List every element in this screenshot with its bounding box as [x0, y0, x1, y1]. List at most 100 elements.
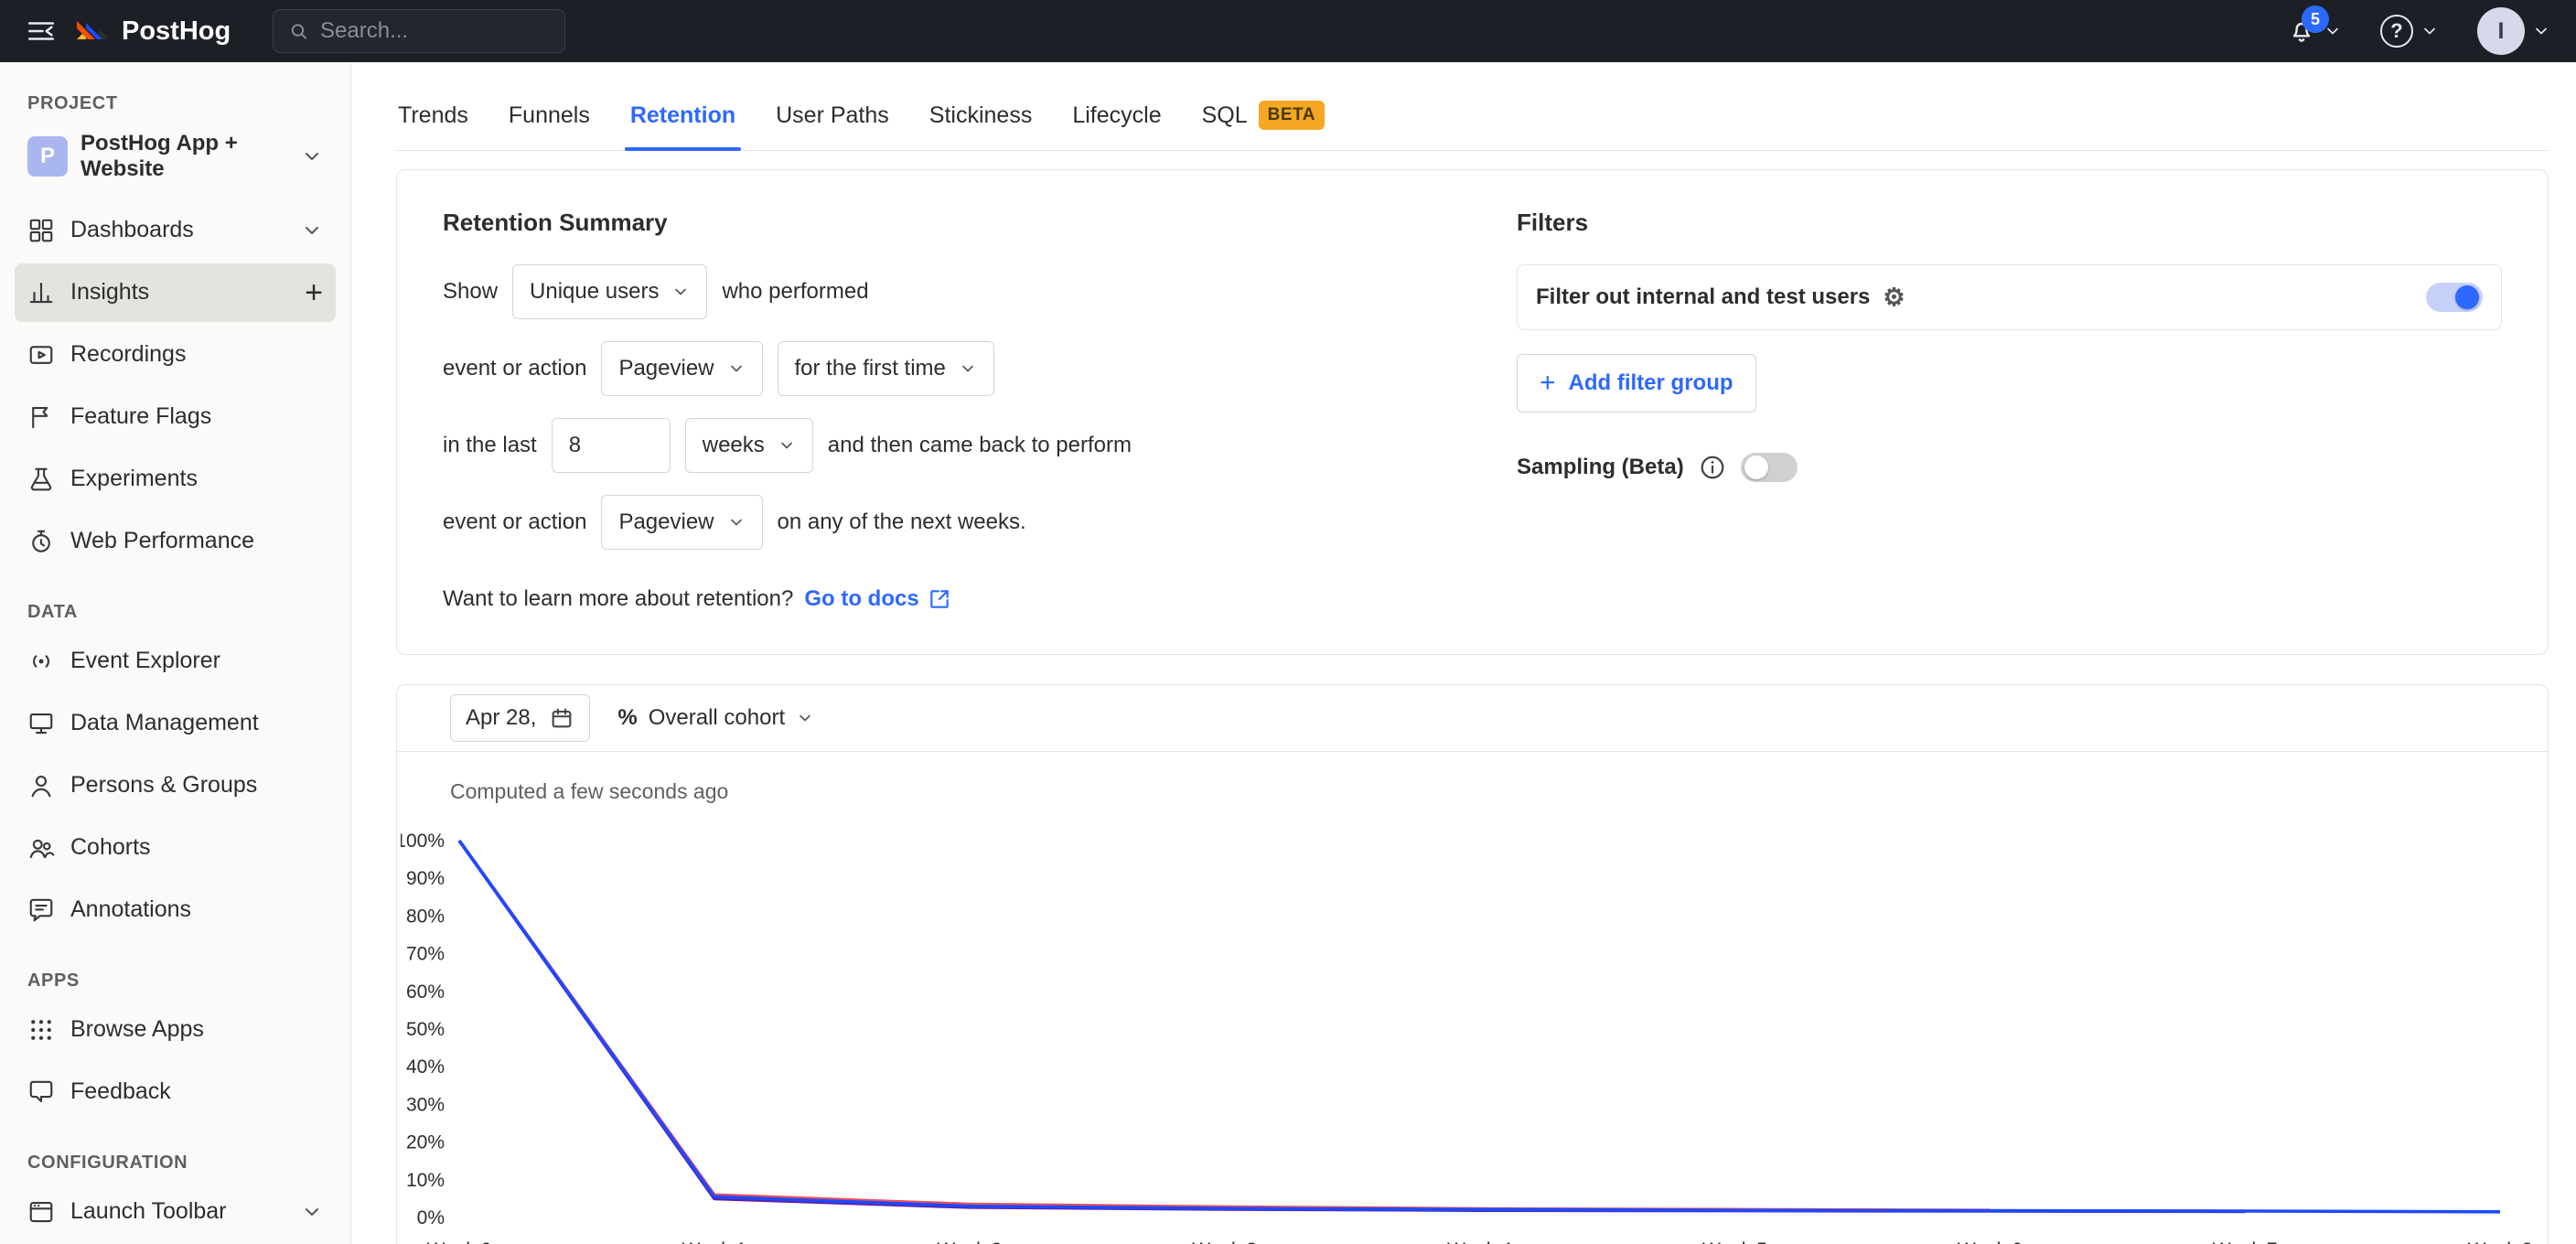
- percent-icon: %: [617, 705, 637, 731]
- apps-section-label: APPS: [15, 971, 336, 992]
- tab-retention[interactable]: Retention: [610, 90, 756, 149]
- sidebar-item-web-performance[interactable]: Web Performance: [15, 512, 336, 571]
- add-filter-group-button[interactable]: + Add filter group: [1517, 354, 1756, 413]
- bell-icon: 5: [2287, 16, 2316, 46]
- docs-row: Want to learn more about retention? Go t…: [443, 586, 1458, 612]
- sidebar-item-launch-toolbar[interactable]: Launch Toolbar: [15, 1183, 336, 1241]
- sidebar-item-experiments[interactable]: Experiments: [15, 450, 336, 509]
- who-performed-label: who performed: [722, 279, 868, 305]
- docs-prompt: Want to learn more about retention?: [443, 586, 793, 612]
- info-icon: [1699, 454, 1726, 481]
- chevron-down-icon: [959, 359, 977, 378]
- returning-event-select[interactable]: Pageview: [601, 495, 762, 550]
- tab-lifecycle[interactable]: Lifecycle: [1052, 90, 1181, 149]
- retention-type-select[interactable]: Unique users: [512, 264, 707, 319]
- user-avatar: I: [2477, 7, 2525, 55]
- project-name: PostHog App + Website: [80, 131, 288, 183]
- internal-users-toggle[interactable]: [2426, 283, 2483, 312]
- came-back-label: and then came back to perform: [828, 433, 1132, 458]
- sidebar-item-insights[interactable]: Insights +: [15, 263, 336, 322]
- notifications-button[interactable]: 5: [2287, 16, 2342, 46]
- chevron-down-icon: [796, 709, 814, 727]
- tab-funnels[interactable]: Funnels: [488, 90, 610, 149]
- sidebar-item-label: Feedback: [70, 1078, 323, 1105]
- cohort-display-button[interactable]: % Overall cohort: [617, 705, 814, 731]
- tab-stickiness[interactable]: Stickiness: [909, 90, 1053, 149]
- summary-row-3: in the last weeks and then came back to …: [443, 418, 1458, 473]
- notification-badge: 5: [2302, 5, 2329, 33]
- sidebar-item-event-explorer[interactable]: Event Explorer: [15, 632, 336, 691]
- next-weeks-label: on any of the next weeks.: [778, 509, 1026, 535]
- svg-text:100%: 100%: [401, 831, 445, 852]
- computed-status: Computed a few seconds ago: [397, 752, 2548, 804]
- help-button[interactable]: ?: [2380, 15, 2439, 48]
- new-insight-button[interactable]: +: [305, 277, 323, 308]
- topbar: PostHog 5 ? I: [0, 0, 2576, 62]
- svg-text:Week 5: Week 5: [1702, 1239, 1767, 1244]
- data-section-label: DATA: [15, 602, 336, 623]
- project-switcher[interactable]: P PostHog App + Website: [15, 123, 336, 190]
- svg-text:Week 8: Week 8: [2468, 1239, 2533, 1244]
- sidebar-item-recordings[interactable]: Recordings: [15, 326, 336, 384]
- stopwatch-icon: [27, 528, 55, 555]
- hamburger-icon: [26, 16, 57, 47]
- flag-icon: [27, 403, 55, 431]
- svg-text:60%: 60%: [406, 981, 445, 1003]
- tab-sql[interactable]: SQL BETA: [1182, 88, 1345, 150]
- sidebar-item-feature-flags[interactable]: Feature Flags: [15, 388, 336, 446]
- sidebar-item-cohorts[interactable]: Cohorts: [15, 819, 336, 877]
- beta-badge: BETA: [1259, 101, 1325, 130]
- svg-text:40%: 40%: [406, 1056, 445, 1078]
- sidebar-item-label: Web Performance: [70, 528, 323, 554]
- svg-text:Week 2: Week 2: [937, 1239, 1002, 1244]
- dashboards-icon: [27, 217, 55, 244]
- sidebar-item-label: Browse Apps: [70, 1016, 323, 1043]
- sidebar-item-data-management[interactable]: Data Management: [15, 694, 336, 753]
- go-to-docs-link[interactable]: Go to docs: [804, 586, 950, 612]
- search-icon: [288, 19, 309, 43]
- sidebar-item-label: Launch Toolbar: [70, 1198, 285, 1225]
- chevron-down-icon: [778, 436, 796, 455]
- sampling-toggle[interactable]: [1741, 453, 1798, 482]
- tab-user-paths[interactable]: User Paths: [756, 90, 909, 149]
- chevron-down-icon: [301, 1201, 323, 1223]
- svg-text:0%: 0%: [417, 1207, 445, 1228]
- insights-icon: [27, 279, 55, 306]
- external-link-icon: [928, 587, 951, 611]
- svg-text:80%: 80%: [406, 906, 445, 927]
- toggle-knob: [2455, 285, 2479, 309]
- sidebar-item-annotations[interactable]: Annotations: [15, 881, 336, 939]
- retention-period-input[interactable]: [552, 418, 671, 473]
- project-avatar: P: [27, 136, 68, 177]
- search-input[interactable]: [320, 18, 550, 44]
- chevron-down-icon: [671, 283, 690, 301]
- plus-icon: +: [305, 277, 323, 308]
- tab-trends[interactable]: Trends: [396, 90, 488, 149]
- first-time-select[interactable]: for the first time: [778, 341, 994, 396]
- project-section-label: PROJECT: [15, 93, 336, 114]
- gear-icon[interactable]: ⚙: [1883, 285, 1905, 310]
- sidebar-item-dashboards[interactable]: Dashboards: [15, 201, 336, 260]
- topbar-right: 5 ? I: [2287, 7, 2550, 55]
- target-event-select[interactable]: Pageview: [601, 341, 762, 396]
- date-range-button[interactable]: Apr 28,: [450, 694, 590, 742]
- svg-text:Week 6: Week 6: [1958, 1239, 2023, 1244]
- logo-text: PostHog: [122, 16, 231, 47]
- sidebar: PROJECT P PostHog App + Website Dashboar…: [0, 62, 351, 1244]
- period-unit-select[interactable]: weeks: [685, 418, 813, 473]
- sidebar-item-browse-apps[interactable]: Browse Apps: [15, 1001, 336, 1059]
- calendar-icon: [549, 705, 574, 731]
- retention-line-chart: 0%10%20%30%40%50%60%70%80%90%100%Week 0W…: [401, 815, 2546, 1244]
- sidebar-item-persons-groups[interactable]: Persons & Groups: [15, 756, 336, 815]
- svg-text:Week 1: Week 1: [682, 1239, 746, 1244]
- svg-text:Week 7: Week 7: [2213, 1239, 2278, 1244]
- live-events-icon: [27, 648, 55, 675]
- account-button[interactable]: I: [2477, 7, 2550, 55]
- sidebar-item-feedback[interactable]: Feedback: [15, 1063, 336, 1121]
- sidebar-toggle-button[interactable]: [26, 16, 57, 47]
- monitor-icon: [27, 710, 55, 737]
- posthog-logo[interactable]: PostHog: [75, 16, 231, 47]
- sidebar-item-label: Data Management: [70, 710, 323, 736]
- chart-header: Apr 28, % Overall cohort: [397, 685, 2548, 751]
- search-box[interactable]: [273, 9, 565, 53]
